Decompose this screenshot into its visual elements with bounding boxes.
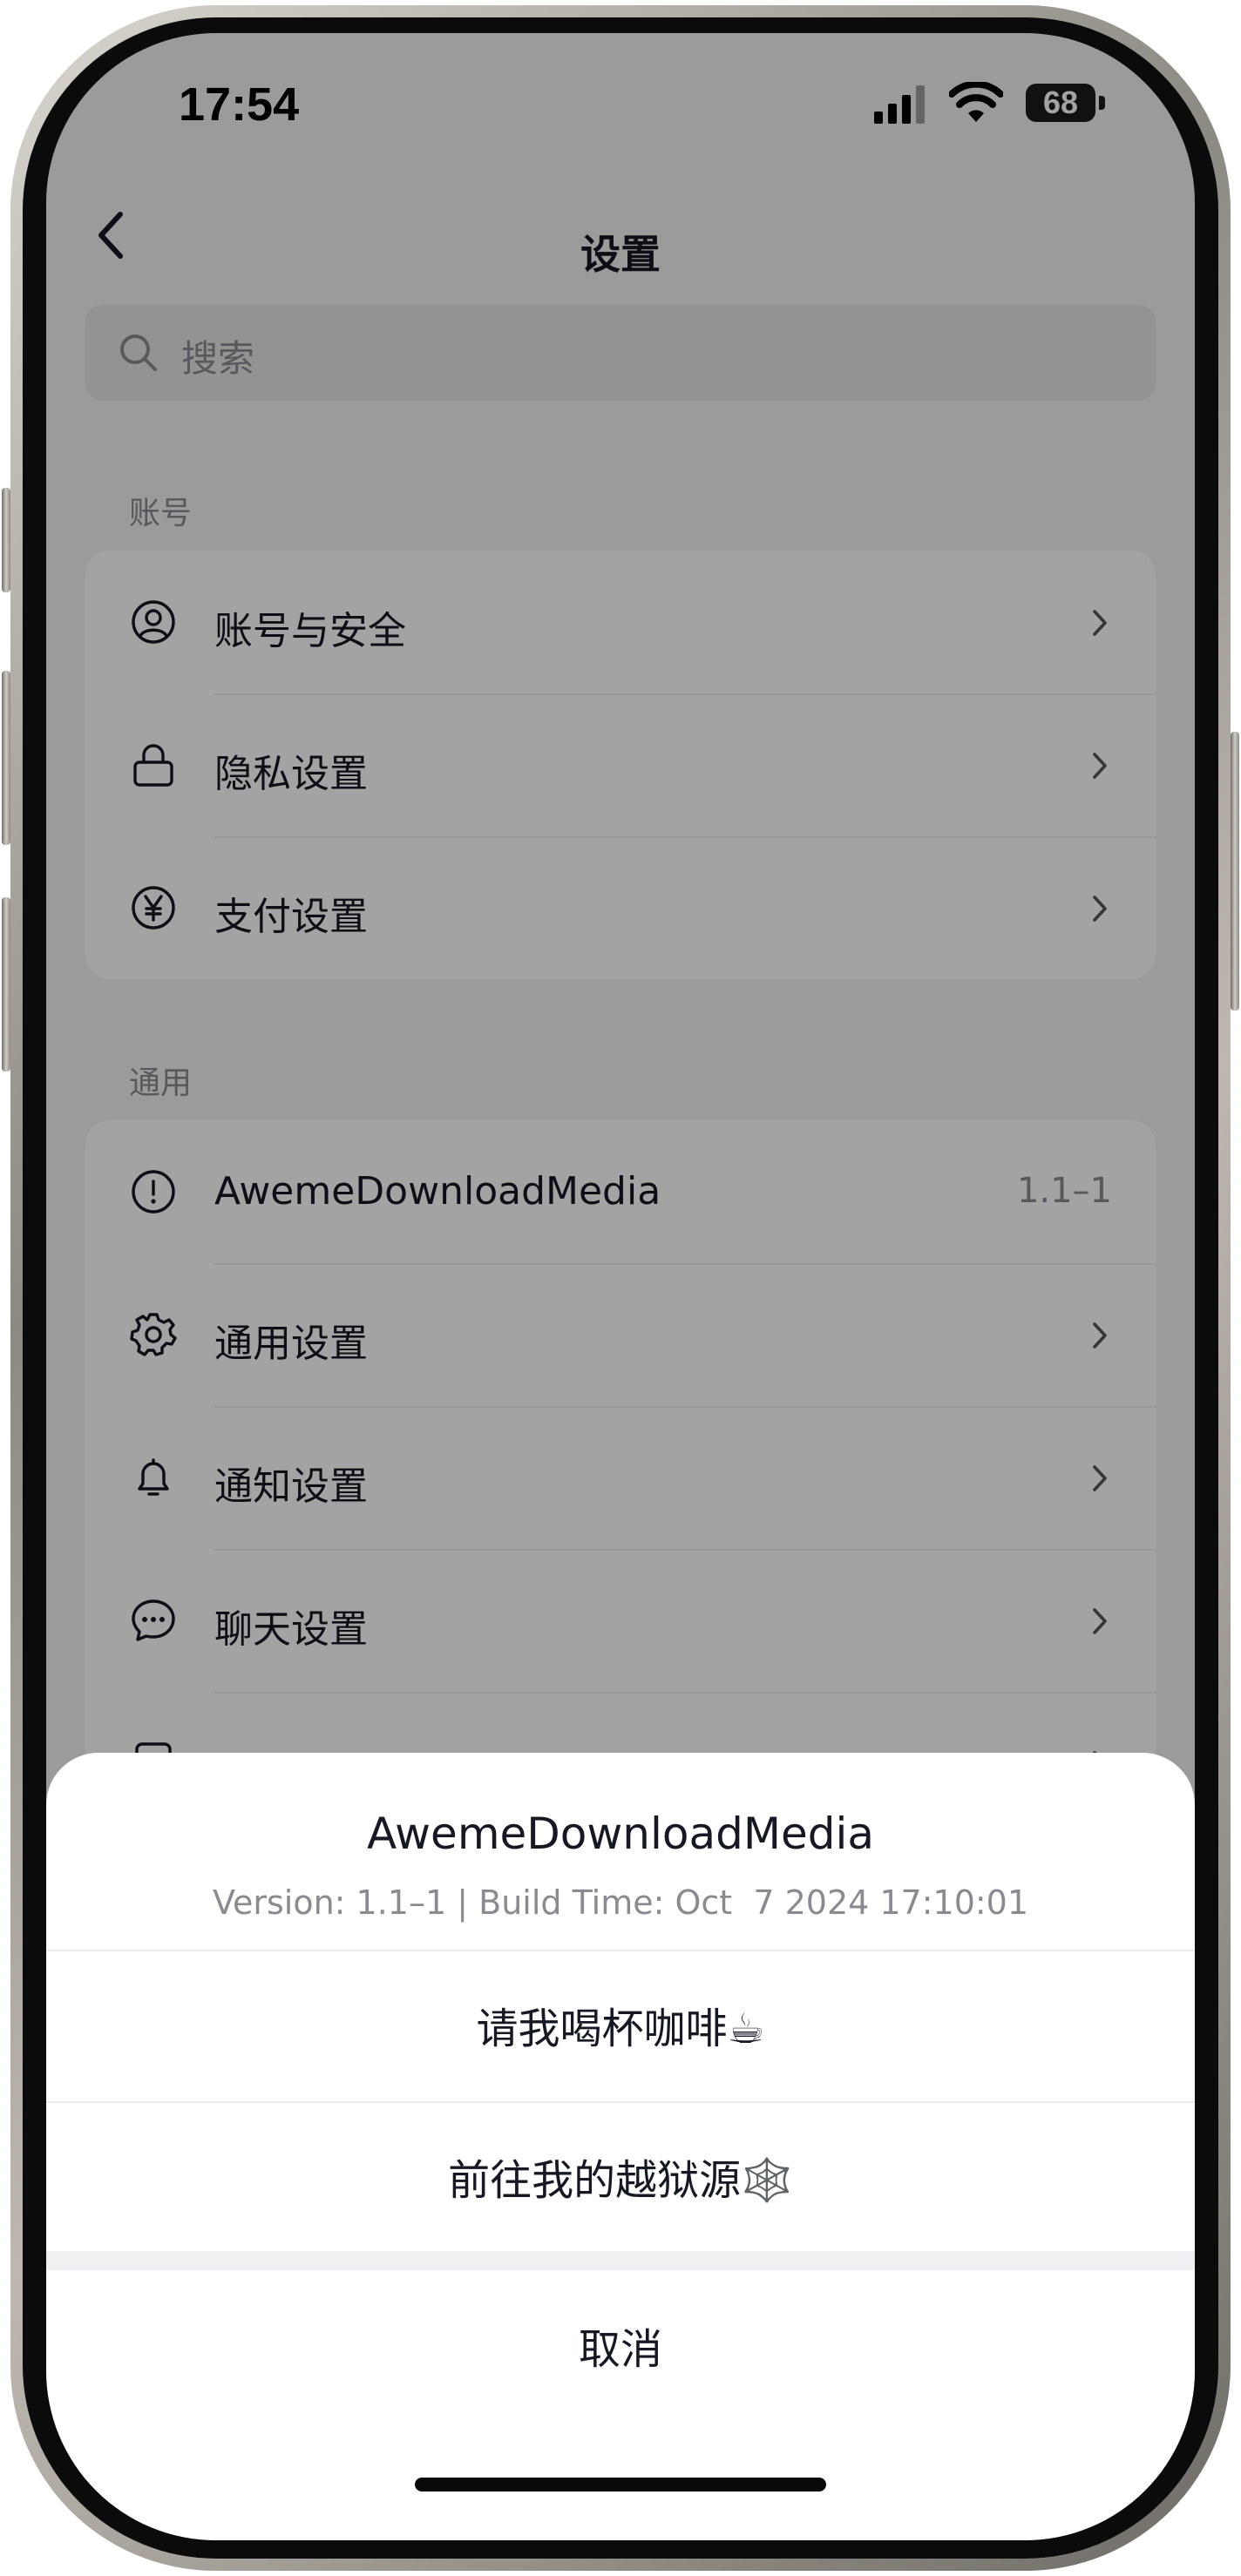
action-sheet-subtitle: Version: 1.1–1 | Build Time: Oct 7 2024 … [212, 1883, 1029, 1922]
home-indicator[interactable] [415, 2478, 826, 2491]
volume-down-button [2, 897, 10, 1072]
jailbreak-repo-button[interactable]: 前往我的越狱源🕸️ [46, 2101, 1195, 2251]
action-button [2, 488, 10, 592]
action-sheet-header: AwemeDownloadMedia Version: 1.1–1 | Buil… [46, 1753, 1195, 1969]
action-sheet-separator [46, 2251, 1195, 2270]
power-button [1231, 732, 1239, 1011]
screen: 17:54 68 设置 搜索 账号 账号与安全 隐私设置 支付设置 通用 Awe… [46, 33, 1195, 2540]
action-sheet: AwemeDownloadMedia Version: 1.1–1 | Buil… [46, 1753, 1195, 2540]
cancel-button[interactable]: 取消 [46, 2270, 1195, 2420]
action-sheet-title: AwemeDownloadMedia [366, 1809, 874, 1859]
volume-up-button [2, 671, 10, 845]
buy-coffee-button[interactable]: 请我喝杯咖啡☕ [46, 1950, 1195, 2099]
